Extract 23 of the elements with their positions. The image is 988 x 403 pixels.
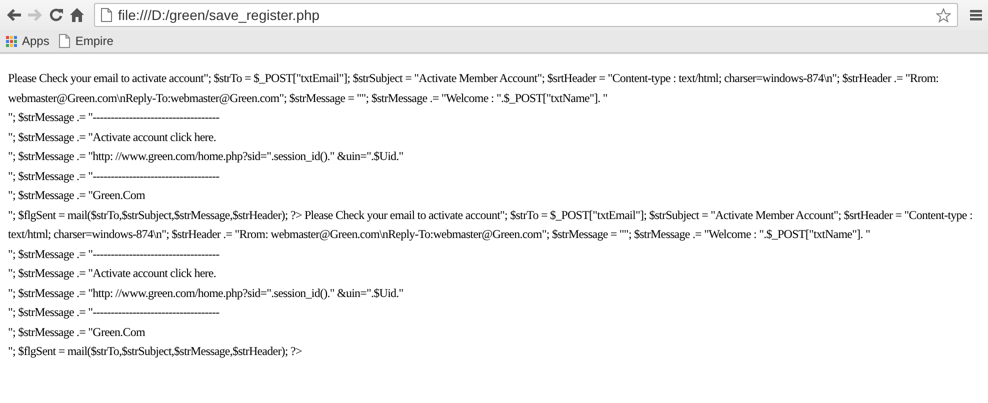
code-text: "; $strMessage .= "Activate account click here.	[8, 265, 216, 282]
apps-grid-icon	[6, 36, 17, 46]
code-text: Please Check your email to activate account"; $strTo = $_POST["txtEmail"]; $strSubject = "Activate Member Account"; $srtHeader = "Content-type : text/html; charser=windows-874\n"; $strHeader .= "Rrom:	[8, 70, 939, 87]
address-bar[interactable]: file:///D:/green/save_register.php	[94, 3, 958, 27]
page-icon	[59, 34, 70, 48]
code-text: webmaster@Green.com\nReply-To:webmaster@Green.com"; $strMessage = ""; $strMessage .= "Welcome : ".$_POST["txtName"]. "	[8, 90, 608, 107]
code-text: "; $strMessage .= "http: //www.green.com/home.php?sid=".session_id()." &uin=".$Uid."	[8, 148, 404, 165]
code-text: "; $strMessage .= "-----------------------------------	[8, 168, 220, 185]
bookmark-item[interactable]: Empire	[59, 34, 114, 48]
star-icon[interactable]	[936, 8, 951, 22]
code-text: "; $flgSent = mail($strTo,$strSubject,$strMessage,$strHeader); ?>	[8, 343, 302, 360]
code-text: "; $strMessage .= "-----------------------------------	[8, 246, 220, 263]
code-text: "; $strMessage .= "Green.Com	[8, 324, 145, 341]
code-text: "; $flgSent = mail($strTo,$strSubject,$strMessage,$strHeader); ?> Please Check your email to activate account"; $strTo = $_POST["txtEmail"]; $strSubject = "Activate Member Account"; $srtHeader = "Content-type :	[8, 206, 972, 224]
menu-icon[interactable]	[970, 9, 982, 21]
code-text: text/html; charser=windows-874\n"; $strHeader .= "Rrom: webmaster@Green.com\nReply-To:webmaster@Green.com"; $strMessage = ""; $strMessage .= "Welcome : ".$_POST["txtName"]. "	[8, 226, 870, 243]
page-icon	[101, 8, 112, 22]
code-text: "; $strMessage .= "Green.Com	[8, 187, 145, 204]
code-text: "; $strMessage .= "http: //www.green.com/home.php?sid=".session_id()." &uin=".$Uid."	[8, 284, 404, 302]
bookmark-item[interactable]: Apps	[6, 34, 50, 48]
code-text: "; $strMessage .= "-----------------------------------	[8, 304, 220, 321]
code-text: "; $strMessage .= "-----------------------------------	[8, 109, 220, 126]
code-text: "; $strMessage .= "Activate account click here.	[8, 128, 216, 146]
